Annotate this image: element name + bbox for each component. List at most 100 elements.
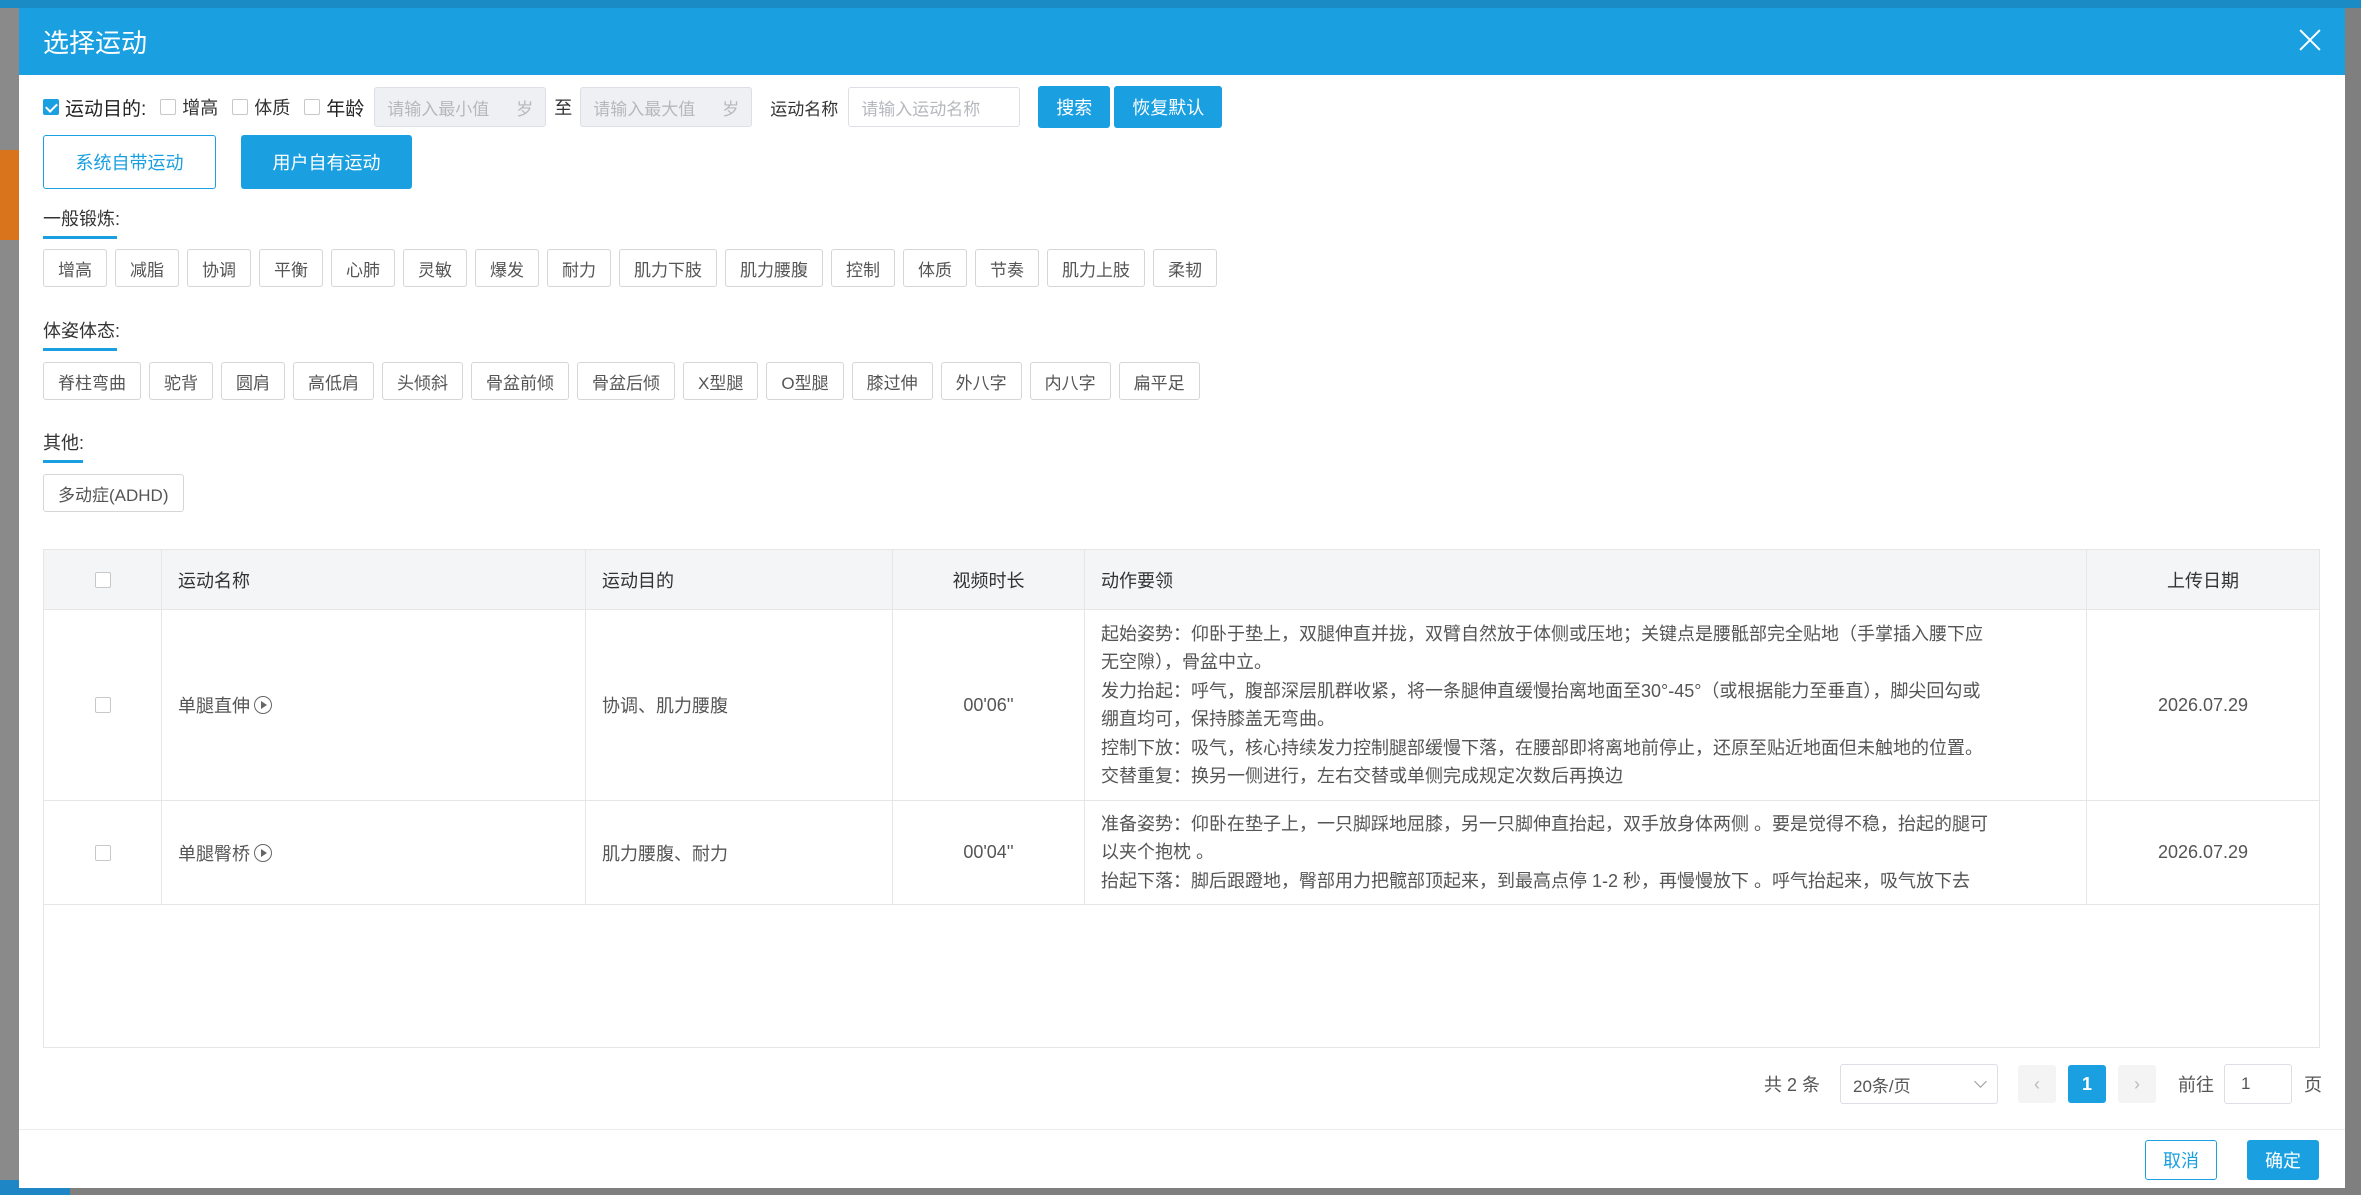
system-exercise-button[interactable]: 系统自带运动 [43,135,216,189]
header-date: 上传日期 [2087,550,2319,610]
close-icon[interactable] [2293,24,2327,58]
tag-item[interactable]: 多动症(ADHD) [43,474,184,512]
tag-item[interactable]: 体质 [903,249,967,287]
page-size-select[interactable]: 20条/页 [1840,1064,1999,1104]
essentials-line: 绷直均可，保持膝盖无弯曲。 [1101,709,1335,729]
checkbox-checked-icon[interactable] [43,99,59,115]
tag-item[interactable]: 协调 [187,249,251,287]
age-min-placeholder: 请输入最小值 [387,99,490,119]
tag-item[interactable]: 控制 [831,249,895,287]
tag-item[interactable]: 增高 [43,249,107,287]
essentials-line: 无空隙），骨盆中立。 [1101,652,1272,672]
age-max-placeholder: 请输入最大值 [593,99,696,119]
play-video-icon[interactable] [254,843,272,862]
age-unit: 岁 [722,99,740,119]
tag-item[interactable]: 骨盆后倾 [577,362,675,400]
row-checkbox[interactable] [94,697,111,713]
exercise-name[interactable]: 单腿直伸 [178,692,250,718]
background-accent [0,150,19,240]
header-select-all [44,550,162,610]
checkbox-icon[interactable] [304,99,321,115]
age-checkbox[interactable]: 年龄 [304,94,364,121]
fitness-checkbox[interactable]: 体质 [232,94,290,120]
table-row-date: 2026.07.29 [2087,801,2319,905]
confirm-button[interactable]: 确定 [2247,1140,2319,1180]
age-min-input[interactable]: 请输入最小值 岁 [374,87,547,127]
header-duration: 视频时长 [893,550,1085,610]
essentials-text: 准备姿势：仰卧在垫子上，一只脚踩地屈膝，另一只脚伸直抬起，双手放身体两侧 。要是… [1085,810,2004,896]
section-general-label: 一般锻炼: [43,209,121,229]
posture-tags: 脊柱弯曲 驼背 圆肩 高低肩 头倾斜 骨盆前倾 骨盆后倾 X型腿 O型腿 膝过伸… [43,362,1208,400]
user-exercise-button[interactable]: 用户自有运动 [241,135,412,189]
page-number-button[interactable]: 1 [2068,1065,2107,1103]
section-posture-label: 体姿体态: [43,321,121,341]
tag-item[interactable]: 平衡 [259,249,323,287]
essentials-line: 抬起下落：脚后跟蹬地，臀部用力把髋部顶起来，到最高点停 1-2 秒，再慢慢放下 … [1101,870,1971,891]
tag-item[interactable]: 膝过伸 [851,362,933,400]
chevron-down-icon [1974,1075,1987,1088]
tag-item[interactable]: O型腿 [766,362,844,400]
table-row-purpose: 肌力腰腹、耐力 [586,801,893,905]
table-row-name[interactable]: 单腿直伸 [162,610,586,801]
table-row-name[interactable]: 单腿臀桥 [162,801,586,905]
select-exercise-dialog: 选择运动 运动目的: 增高 体质 年龄 请输入最小值 岁 至 请输入最大值 岁 … [19,8,2345,1188]
filter-bar: 运动目的: 增高 体质 年龄 请输入最小值 岁 至 请输入最大值 岁 运动名称 … [43,85,1223,129]
tag-item[interactable]: 肌力下肢 [619,249,717,287]
tag-item[interactable]: 高低肩 [293,362,374,400]
tag-item[interactable]: 骨盆前倾 [471,362,569,400]
age-max-input[interactable]: 请输入最大值 岁 [580,87,753,127]
tag-item[interactable]: 头倾斜 [382,362,463,400]
dialog-title: 选择运动 [43,28,148,58]
essentials-line: 起始姿势：仰卧于垫上，双腿伸直并拢，双臂自然放于体侧或压地；关键点是腰骶部完全贴… [1101,623,1983,644]
select-all-checkbox[interactable] [94,571,111,588]
essentials-line: 交替重复：换另一侧进行，左右交替或单侧完成规定次数后再换边 [1101,766,1623,786]
tag-item[interactable]: 外八字 [940,362,1022,400]
prev-page-button[interactable]: ‹ [2018,1065,2057,1103]
tag-item[interactable]: 心肺 [331,249,395,287]
exercise-name-input[interactable]: 请输入运动名称 [848,87,1021,127]
tag-item[interactable]: 肌力腰腹 [725,249,823,287]
reset-button[interactable]: 恢复默认 [1114,86,1223,128]
table-row-essentials: 起始姿势：仰卧于垫上，双腿伸直并拢，双臂自然放于体侧或压地；关键点是腰骶部完全贴… [1085,610,2087,801]
search-button[interactable]: 搜索 [1038,86,1111,128]
cancel-button[interactable]: 取消 [2145,1140,2217,1180]
tag-item[interactable]: 灵敏 [403,249,467,287]
page-suffix: 页 [2304,1075,2323,1095]
checkbox-icon[interactable] [232,99,249,115]
tag-item[interactable]: 内八字 [1029,362,1111,400]
next-page-button[interactable]: › [2118,1065,2157,1103]
checkbox-icon[interactable] [160,99,177,115]
essentials-line: 控制下放：吸气，核心持续发力控制腿部缓慢下落，在腰部即将离地前停止，还原至贴近地… [1101,737,1983,758]
tag-item[interactable]: 驼背 [149,362,213,400]
range-separator: 至 [554,98,573,118]
purpose-checkbox[interactable]: 运动目的: [43,94,146,121]
tag-item[interactable]: 圆肩 [221,362,285,400]
table-row-checkbox-cell [44,610,162,801]
page-size-value: 20条/页 [1853,1076,1911,1096]
tag-item[interactable]: 肌力上肢 [1047,249,1145,287]
other-tags: 多动症(ADHD) [43,474,192,512]
name-label: 运动名称 [770,99,839,119]
goto-page-input[interactable]: 1 [2224,1064,2293,1104]
section-other-label: 其他: [43,433,85,453]
table-row-duration: 00'06'' [893,610,1085,801]
age-unit: 岁 [516,99,534,119]
table-row-date: 2026.07.29 [2087,610,2319,801]
height-checkbox[interactable]: 增高 [160,94,218,120]
tag-item[interactable]: 耐力 [547,249,611,287]
tag-item[interactable]: 节奏 [975,249,1039,287]
tag-item[interactable]: 柔韧 [1153,249,1217,287]
tag-item[interactable]: 脊柱弯曲 [43,362,141,400]
essentials-line: 发力抬起：呼气，腹部深层肌群收紧，将一条腿伸直缓慢抬离地面至30°-45°（或根… [1101,680,1981,701]
tag-item[interactable]: X型腿 [683,362,759,400]
essentials-text: 起始姿势：仰卧于垫上，双腿伸直并拢，双臂自然放于体侧或压地；关键点是腰骶部完全贴… [1085,620,1999,791]
play-video-icon[interactable] [254,696,272,714]
total-count: 共 2 条 [1764,1075,1821,1095]
tag-item[interactable]: 爆发 [475,249,539,287]
tag-item[interactable]: 扁平足 [1118,362,1200,400]
tag-item[interactable]: 减脂 [115,249,179,287]
row-checkbox[interactable] [94,844,111,861]
goto-label: 前往 [2178,1075,2215,1095]
exercise-name[interactable]: 单腿臀桥 [178,840,250,866]
name-placeholder: 请输入运动名称 [861,99,981,119]
